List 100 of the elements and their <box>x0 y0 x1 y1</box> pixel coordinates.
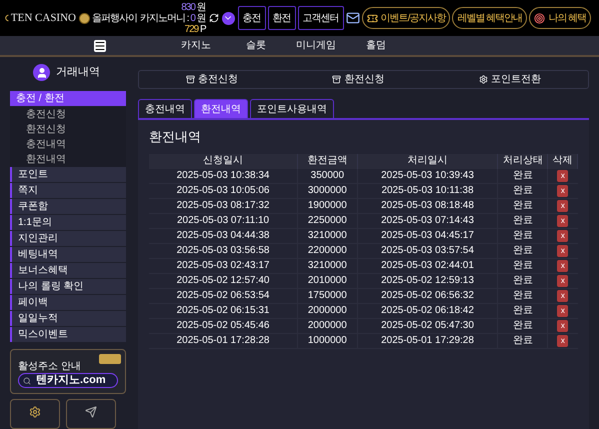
sidebar-item[interactable]: 쿠폰함 <box>10 199 126 214</box>
delete-button[interactable]: x <box>557 305 568 317</box>
level-benefit-button[interactable]: 레벨별 혜택안내 <box>452 7 528 29</box>
table-cell: 3210000 <box>298 228 358 244</box>
banner-caption: 활성주소 안내 <box>18 361 82 373</box>
table-cell: 3210000 <box>298 258 358 274</box>
sidebar-subitem[interactable]: 환전내역 <box>10 152 126 168</box>
sidebar-subitem[interactable]: 충전신청 <box>10 107 126 122</box>
table-cell: 2025-05-03 03:56:58 <box>149 244 298 258</box>
table-cell: 2025-05-01 17:28:28 <box>149 334 298 348</box>
table-cell: 2250000 <box>298 214 358 228</box>
action-button[interactable]: 환전신청 <box>332 72 384 87</box>
sidebar-subitem[interactable]: 환전신청 <box>10 122 126 138</box>
benefit-button[interactable]: 나의 혜택 <box>529 7 592 29</box>
sidebar-item[interactable]: 포인트 <box>10 167 126 182</box>
table-cell: 2000000 <box>298 304 358 318</box>
sidebar-item[interactable]: 보너스혜택 <box>10 263 126 278</box>
table-cell: 2025-05-01 17:29:28 <box>357 334 498 348</box>
delete-button[interactable]: x <box>557 200 568 212</box>
nav-link[interactable]: 홀덤 <box>346 38 406 53</box>
coin-icon <box>79 12 90 24</box>
address-text: 텐카지노.com <box>36 374 106 387</box>
sidebar-item[interactable]: 나의 롤링 확인 <box>10 279 126 294</box>
menu-icon[interactable] <box>94 40 106 52</box>
chevron-down-icon[interactable] <box>222 12 235 24</box>
sidebar-item[interactable]: 지인관리 <box>10 231 126 246</box>
sidebar-item[interactable]: 페이백 <box>10 295 126 310</box>
delete-button[interactable]: x <box>557 275 568 287</box>
table-cell: 완료 <box>498 258 548 274</box>
column-header: 삭제 <box>548 154 578 168</box>
table-cell: 2025-05-03 04:44:38 <box>149 228 298 244</box>
table-cell: 2025-05-03 08:18:48 <box>357 198 498 214</box>
table-cell: 완료 <box>498 288 548 304</box>
promo-card[interactable] <box>10 399 60 429</box>
gear-icon <box>29 406 41 418</box>
table-cell: 완료 <box>498 214 548 228</box>
nav-link[interactable]: 카지노 <box>166 38 226 53</box>
header-button[interactable]: 고객센터 <box>298 6 344 30</box>
table-cell: 2025-05-02 05:45:46 <box>149 318 298 334</box>
nav-link[interactable]: 미니게임 <box>286 38 346 53</box>
table-cell: 1000000 <box>298 334 358 348</box>
table-cell: 완료 <box>498 318 548 334</box>
sidebar-item[interactable]: 충전 / 환전 <box>10 91 126 106</box>
refresh-icon[interactable] <box>208 13 219 23</box>
table-cell: 2025-05-03 03:57:54 <box>357 244 498 258</box>
delete-button[interactable]: x <box>557 185 568 197</box>
table-cell: 3000000 <box>298 184 358 198</box>
sidebar-subitem[interactable]: 충전내역 <box>10 137 126 152</box>
balance-text: 830 원 <box>181 2 206 12</box>
table-cell: 2025-05-03 10:05:06 <box>149 184 298 198</box>
table-cell: 2025-05-03 02:43:17 <box>149 258 298 274</box>
sidebar-item[interactable]: 믹스이벤트 <box>10 327 126 342</box>
sidebar-item[interactable]: 일일누적 <box>10 311 126 326</box>
header-button[interactable]: 충전 <box>238 6 266 30</box>
table-cell: 1750000 <box>298 288 358 304</box>
column-header: 처리일시 <box>357 154 498 168</box>
table-cell: 2025-05-03 02:44:01 <box>357 258 498 274</box>
table-cell: 2025-05-03 10:39:43 <box>357 168 498 184</box>
paper-plane-icon <box>85 406 97 418</box>
tab[interactable]: 충전내역 <box>138 99 192 118</box>
sidebar-title: 거래내역 <box>56 65 100 80</box>
table-cell: 2025-05-02 12:59:13 <box>357 274 498 288</box>
table-cell: 완료 <box>498 198 548 214</box>
column-header: 신청일시 <box>149 154 298 168</box>
delete-button[interactable]: x <box>557 335 568 347</box>
action-button[interactable]: 충전신청 <box>186 72 238 87</box>
sidebar-item[interactable]: 베팅내역 <box>10 247 126 262</box>
delete-button[interactable]: x <box>557 245 568 257</box>
mail-icon[interactable] <box>346 11 360 25</box>
delete-button[interactable]: x <box>557 215 568 227</box>
user-name: 올퍼행사이 <box>92 12 137 26</box>
sidebar-item[interactable]: 1:1문의 <box>10 215 126 230</box>
casino-money-text: 카지노머니 : 0 원 <box>140 12 206 24</box>
delete-button[interactable]: x <box>557 290 568 302</box>
table-cell: 2025-05-02 05:47:30 <box>357 318 498 334</box>
tab[interactable]: 포인트사용내역 <box>250 99 334 118</box>
badge-icon <box>99 354 121 364</box>
action-button[interactable]: 포인트전환 <box>478 72 541 87</box>
nav-link[interactable]: 슬롯 <box>226 38 286 53</box>
header-button[interactable]: 환전 <box>268 6 296 30</box>
delete-button[interactable]: x <box>557 320 568 332</box>
table-cell: 2025-05-02 06:53:54 <box>149 288 298 304</box>
table-cell: 2200000 <box>298 244 358 258</box>
delete-button[interactable]: x <box>557 170 568 182</box>
gear-icon <box>478 75 488 84</box>
promo-card[interactable] <box>66 399 116 429</box>
table-cell: 완료 <box>498 304 548 318</box>
delete-button[interactable]: x <box>557 260 568 272</box>
points-text: 729 P <box>184 24 206 34</box>
table-cell: 완료 <box>498 228 548 244</box>
table-cell: 완료 <box>498 168 548 184</box>
notice-button[interactable]: 이벤트/공지사항 <box>362 7 450 29</box>
delete-button[interactable]: x <box>557 230 568 242</box>
table-cell: 2025-05-03 08:17:32 <box>149 198 298 214</box>
sidebar-item[interactable]: 쪽지 <box>10 183 126 198</box>
table-cell: 2025-05-02 06:15:31 <box>149 304 298 318</box>
table-cell: 완료 <box>498 184 548 198</box>
table-cell: 2025-05-03 04:45:17 <box>357 228 498 244</box>
table-cell: 2025-05-03 07:11:10 <box>149 214 298 228</box>
tab[interactable]: 환전내역 <box>194 99 248 118</box>
